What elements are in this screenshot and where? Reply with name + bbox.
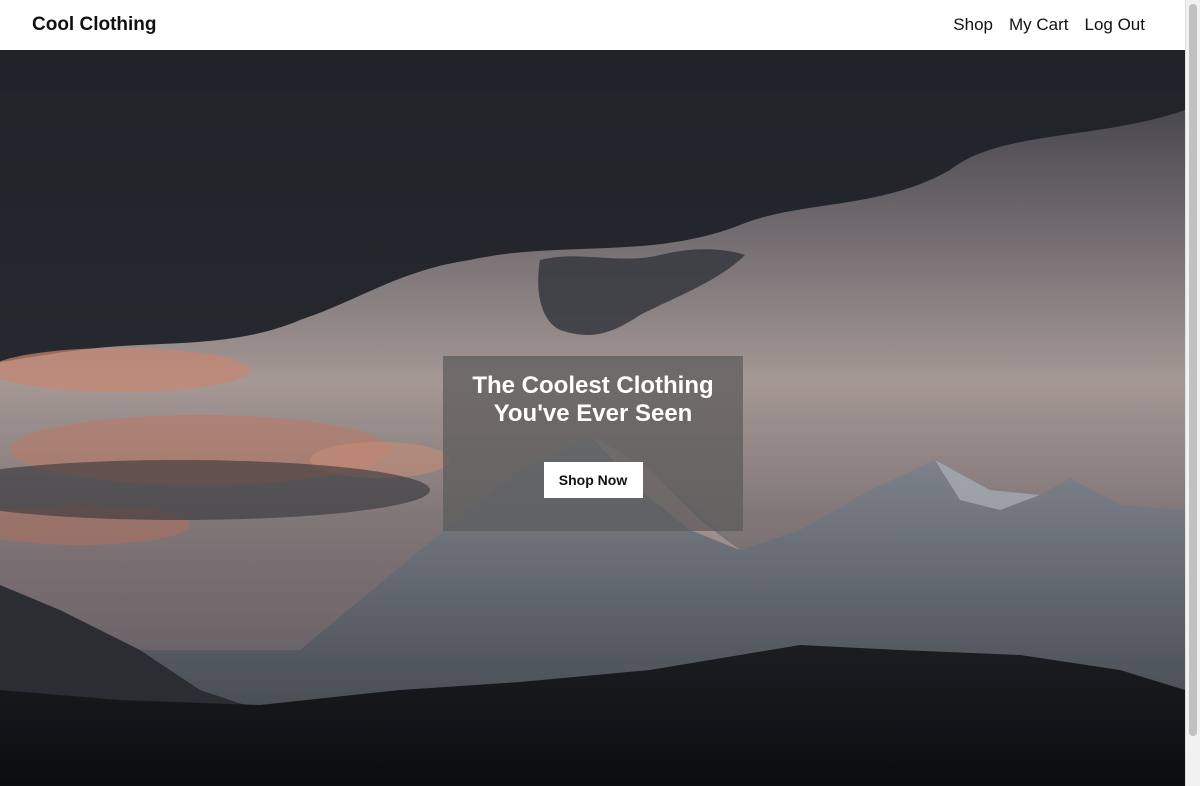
top-navbar: Cool Clothing Shop My Cart Log Out <box>0 0 1185 50</box>
page: Cool Clothing Shop My Cart Log Out The C… <box>0 0 1200 786</box>
nav-link-shop[interactable]: Shop <box>953 15 993 35</box>
vertical-scrollbar[interactable] <box>1185 0 1200 786</box>
scrollbar-thumb[interactable] <box>1189 4 1197 736</box>
nav-link-my-cart[interactable]: My Cart <box>1009 15 1069 35</box>
hero-banner: The Coolest Clothing You've Ever Seen Sh… <box>0 50 1185 786</box>
hero-card: The Coolest Clothing You've Ever Seen Sh… <box>443 356 743 531</box>
brand-logo-link[interactable]: Cool Clothing <box>32 14 157 36</box>
hero-title-line2: You've Ever Seen <box>493 400 693 427</box>
nav-link-log-out[interactable]: Log Out <box>1085 15 1146 35</box>
hero-title-line1: The Coolest Clothing <box>472 372 714 399</box>
shop-now-button[interactable]: Shop Now <box>543 462 643 498</box>
hero-title: The Coolest Clothing You've Ever Seen <box>443 372 743 428</box>
nav-links: Shop My Cart Log Out <box>953 15 1145 35</box>
